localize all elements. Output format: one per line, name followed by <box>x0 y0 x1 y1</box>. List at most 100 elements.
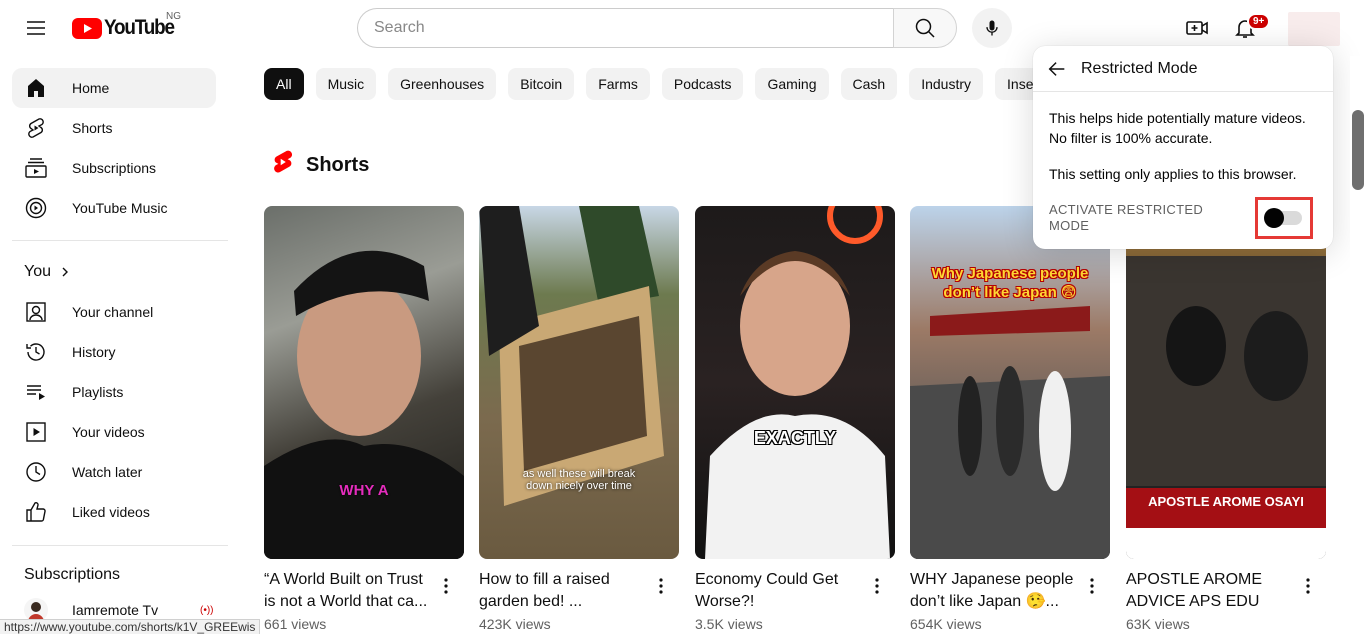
short-card[interactable]: EXACTLY Economy Could Get Worse?! 3.5K v… <box>695 206 895 632</box>
region-code: NG <box>166 11 181 22</box>
short-overlay-text: as well these will break down nicely ove… <box>522 468 636 492</box>
sidebar-item-your-channel[interactable]: Your channel <box>12 292 216 332</box>
sidebar-item-history[interactable]: History <box>12 332 216 372</box>
sidebar-item-label: History <box>72 344 116 360</box>
search-button[interactable] <box>893 8 957 48</box>
voice-search-button[interactable] <box>972 8 1012 48</box>
youtube-logo-icon <box>72 17 102 39</box>
search-input[interactable]: Search <box>357 8 893 48</box>
activate-restricted-mode-label: ACTIVATE RESTRICTED MODE <box>1049 202 1204 233</box>
short-card[interactable]: Why Japanese people don’t like Japan 😨 W… <box>910 206 1110 632</box>
short-thumbnail[interactable]: EXACTLY <box>695 206 895 559</box>
chip-all[interactable]: All <box>264 68 304 100</box>
thumbs-up-icon <box>24 500 48 524</box>
notifications-button[interactable]: 9+ <box>1225 8 1271 48</box>
sidebar-item-liked-videos[interactable]: Liked videos <box>12 492 216 532</box>
more-options-icon[interactable] <box>434 574 458 598</box>
sidebar-item-label: Your channel <box>72 304 154 320</box>
link-status-bar: https://www.youtube.com/shorts/k1V_GREEw… <box>0 619 261 634</box>
short-overlay-text: EXACTLY <box>753 428 837 448</box>
sidebar-item-your-videos[interactable]: Your videos <box>12 412 216 452</box>
chip-industry[interactable]: Industry <box>909 68 984 100</box>
sidebar-divider <box>12 545 228 546</box>
restricted-mode-toggle[interactable] <box>1264 208 1302 228</box>
short-thumbnail[interactable]: APOSTLE AROME OSAYI <box>1126 206 1326 559</box>
short-card[interactable]: APOSTLE AROME OSAYI APOSTLE AROME ADVICE… <box>1126 206 1326 632</box>
short-thumbnail[interactable]: WHY A <box>264 206 464 559</box>
more-options-icon[interactable] <box>1080 574 1104 598</box>
sidebar-item-subscriptions[interactable]: Subscriptions <box>12 148 216 188</box>
your-videos-icon <box>24 420 48 444</box>
chip-bitcoin[interactable]: Bitcoin <box>508 68 575 100</box>
short-title[interactable]: How to fill a raised garden bed! ... <box>479 569 649 613</box>
sidebar-item-label: Shorts <box>72 120 113 136</box>
popup-title: Restricted Mode <box>1081 59 1198 77</box>
sidebar-item-label: Liked videos <box>72 504 150 520</box>
short-title[interactable]: WHY Japanese people don’t like Japan 🤥..… <box>910 569 1080 613</box>
sidebar-item-label: Your videos <box>72 424 145 440</box>
create-video-icon <box>1186 21 1208 35</box>
logo-text: YouTube <box>104 16 175 39</box>
chip-podcasts[interactable]: Podcasts <box>661 68 744 100</box>
more-options-icon[interactable] <box>649 574 673 598</box>
sidebar-item-label: Home <box>72 80 110 96</box>
short-overlay-text: Why Japanese people don’t like Japan 😨 <box>931 265 1089 301</box>
toggle-highlight-box <box>1255 197 1313 239</box>
sidebar-item-watch-later[interactable]: Watch later <box>12 452 216 492</box>
scrollbar-thumb[interactable] <box>1352 110 1364 190</box>
subscriptions-icon <box>24 156 48 180</box>
sidebar-item-youtube-music[interactable]: YouTube Music <box>12 188 216 228</box>
chip-farms[interactable]: Farms <box>586 68 650 100</box>
short-thumbnail[interactable]: Why Japanese people don’t like Japan 😨 <box>910 206 1110 559</box>
youtube-music-icon <box>24 196 48 220</box>
microphone-icon <box>986 20 998 36</box>
home-icon <box>24 76 48 100</box>
short-title[interactable]: APOSTLE AROME ADVICE APS EDU <box>1126 569 1296 613</box>
shorts-section-title: Shorts <box>306 153 370 176</box>
watch-later-icon <box>24 460 48 484</box>
sidebar-divider <box>12 240 228 241</box>
short-title[interactable]: “A World Built on Trust is not a World t… <box>264 569 434 613</box>
sidebar-item-label: Watch later <box>72 464 143 480</box>
restricted-mode-description: This helps hide potentially mature video… <box>1049 110 1306 146</box>
chip-gaming[interactable]: Gaming <box>755 68 829 100</box>
sidebar-item-playlists[interactable]: Playlists <box>12 372 216 412</box>
short-card[interactable]: WHY A “A World Built on Trust is not a W… <box>264 206 464 632</box>
short-views: 423K views <box>479 616 551 632</box>
shorts-icon <box>24 116 48 140</box>
toggle-knob <box>1264 208 1284 228</box>
sidebar: Home Shorts Subscriptions YouTube Music … <box>0 56 240 634</box>
menu-icon[interactable] <box>16 8 56 48</box>
short-views: 661 views <box>264 616 327 632</box>
shorts-logo-icon <box>272 150 294 180</box>
short-views: 654K views <box>910 616 982 632</box>
chip-greenhouses[interactable]: Greenhouses <box>388 68 497 100</box>
chip-cash[interactable]: Cash <box>840 68 898 100</box>
your-channel-icon <box>24 300 48 324</box>
short-views: 63K views <box>1126 616 1190 632</box>
sidebar-item-home[interactable]: Home <box>12 68 216 108</box>
youtube-logo[interactable]: YouTube NG <box>72 11 182 40</box>
short-card[interactable]: as well these will break down nicely ove… <box>479 206 679 632</box>
account-avatar[interactable] <box>1288 12 1340 46</box>
short-overlay-text: WHY A <box>339 482 389 499</box>
more-options-icon[interactable] <box>1296 574 1320 598</box>
restricted-mode-popup: Restricted Mode This helps hide potentia… <box>1033 46 1333 249</box>
live-indicator-icon: (•)) <box>200 604 214 616</box>
sidebar-item-label: Iamremote Tv <box>72 602 159 618</box>
more-options-icon[interactable] <box>865 574 889 598</box>
create-button[interactable] <box>1177 8 1217 48</box>
popup-header: Restricted Mode <box>1033 46 1333 92</box>
shorts-section-header: Shorts <box>272 150 369 180</box>
short-title[interactable]: Economy Could Get Worse?! <box>695 569 865 613</box>
short-thumbnail[interactable]: as well these will break down nicely ove… <box>479 206 679 559</box>
playlists-icon <box>24 380 48 404</box>
back-arrow-icon[interactable] <box>1045 57 1069 81</box>
search-icon <box>915 18 935 38</box>
sidebar-you-header[interactable]: You <box>24 263 71 281</box>
chip-music[interactable]: Music <box>315 68 377 100</box>
short-overlay-text: APOSTLE AROME OSAYI <box>1148 494 1304 509</box>
sidebar-item-shorts[interactable]: Shorts <box>12 108 216 148</box>
you-title: You <box>24 263 51 280</box>
history-icon <box>24 340 48 364</box>
